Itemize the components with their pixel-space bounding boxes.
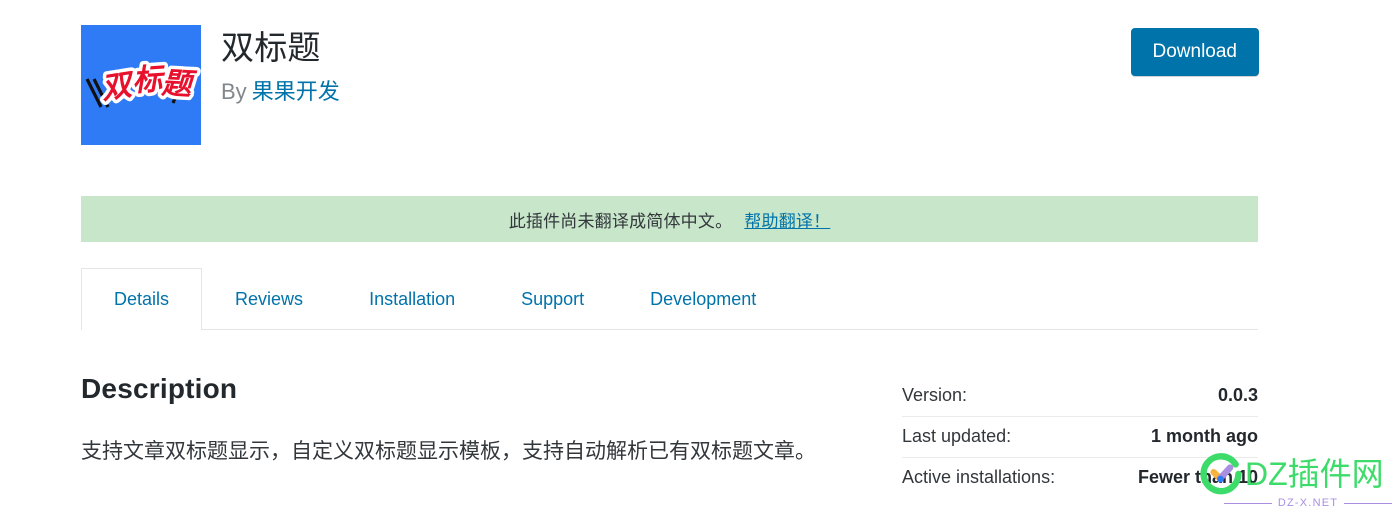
help-translate-link[interactable]: 帮助翻译！	[744, 207, 830, 232]
watermark-domain: DZ-X.NET	[1277, 497, 1339, 509]
plugin-icon-artwork: 双 标 题 双 标 题	[81, 25, 201, 145]
tab-development[interactable]: Development	[617, 268, 789, 329]
meta-label-active-installations: Active installations:	[902, 467, 1056, 487]
tab-support[interactable]: Support	[488, 268, 617, 329]
watermark-rule-right	[1344, 502, 1392, 504]
meta-label-version: Version:	[902, 385, 968, 405]
plugin-byline: By 果果开发	[221, 78, 340, 106]
download-button[interactable]: Download	[1130, 28, 1259, 76]
author-link[interactable]: 果果开发	[252, 79, 340, 104]
page-title: 双标题	[221, 29, 321, 66]
plugin-meta-table: Version: 0.0.3 Last updated: 1 month ago…	[902, 376, 1258, 498]
meta-row: Last updated: 1 month ago	[902, 417, 1258, 458]
meta-row: Active installations: Fewer than 10	[902, 458, 1258, 498]
by-label: By	[221, 79, 247, 104]
meta-row: Version: 0.0.3	[902, 376, 1258, 417]
translation-notice: 此插件尚未翻译成简体中文。 帮助翻译！	[81, 196, 1258, 242]
description-heading: Description	[81, 373, 238, 404]
plugin-icon: 双 标 题 双 标 题	[81, 25, 201, 145]
tab-bar: Details Reviews Installation Support Dev…	[81, 268, 1258, 330]
watermark-site-name: DZ插件网	[1245, 456, 1384, 492]
plugin-header-text: 双标题 By 果果开发	[221, 27, 340, 106]
meta-label-last-updated: Last updated:	[902, 426, 1012, 446]
tab-installation[interactable]: Installation	[336, 268, 488, 329]
tab-details[interactable]: Details	[81, 268, 203, 330]
description-column: Description 支持文章双标题显示，自定义双标题显示模板，支持自动解析已…	[81, 372, 841, 491]
description-body: 支持文章双标题显示，自定义双标题显示模板，支持自动解析已有双标题文章。	[81, 440, 816, 463]
meta-value-active-installations: Fewer than 10	[1137, 467, 1258, 487]
meta-value-last-updated: 1 month ago	[1151, 426, 1258, 446]
plugin-header: 双 标 题 双 标 题 双标题 By 果果开发 Download	[81, 25, 1259, 150]
translation-notice-message: 此插件尚未翻译成简体中文。	[508, 211, 733, 231]
content-area: Description 支持文章双标题显示，自定义双标题显示模板，支持自动解析已…	[81, 330, 1258, 521]
meta-value-version: 0.0.3	[1217, 385, 1258, 405]
tab-reviews[interactable]: Reviews	[202, 268, 336, 329]
